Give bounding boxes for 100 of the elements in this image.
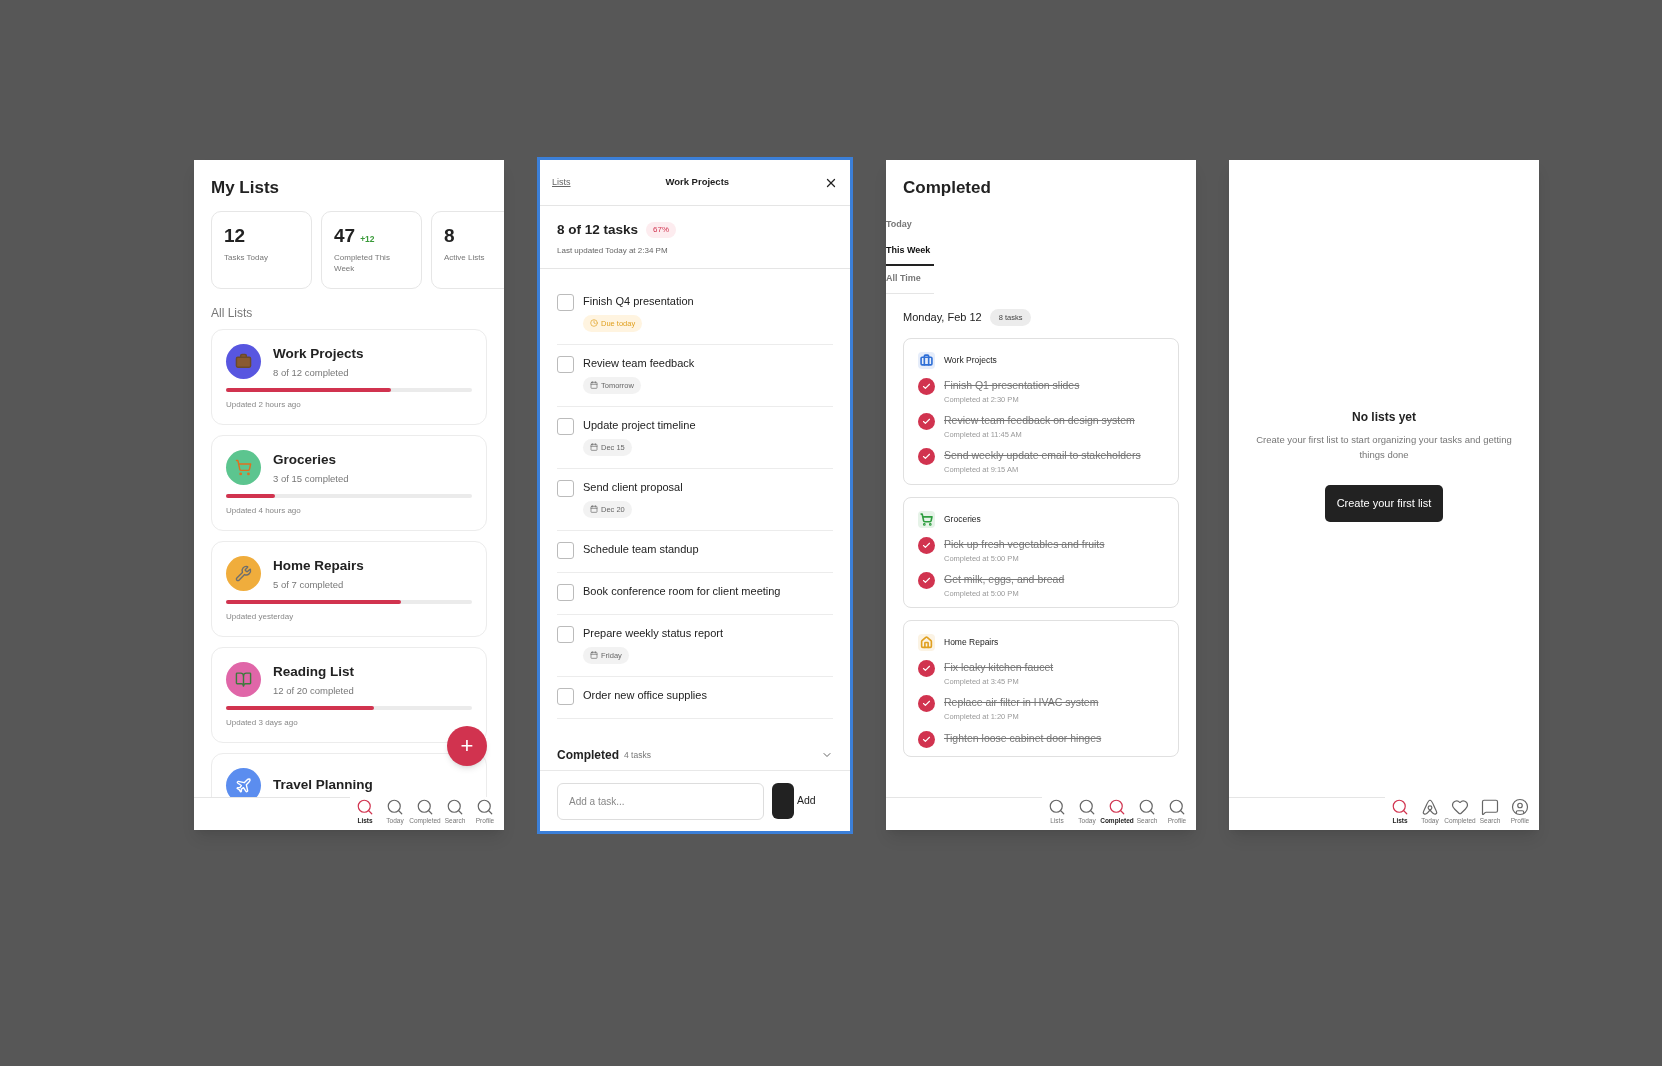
list-card[interactable]: Home Repairs 5 of 7 completed Updated yesterday — [211, 540, 487, 637]
panel-title: Work Projects — [665, 175, 730, 190]
stat-value: 8 — [444, 223, 455, 248]
task-checkbox[interactable] — [557, 584, 574, 602]
add-task-field[interactable]: Add a task... — [557, 782, 764, 820]
completed-heading: Completed — [557, 747, 619, 764]
completed-task-title: Tighten loose cabinet door hinges — [944, 730, 1102, 746]
task-title: Finish Q4 presentation — [583, 294, 694, 310]
completed-task-title: Pick up fresh vegetables and fruits — [944, 536, 1105, 552]
filter-tab[interactable]: This Week — [886, 238, 934, 266]
task-title: Review team feedback — [583, 356, 695, 372]
list-card[interactable]: Work Projects 8 of 12 completed Updated 2 hours ago — [211, 328, 487, 425]
cart-icon — [235, 459, 252, 477]
heart-icon — [1451, 798, 1469, 816]
search-icon — [446, 798, 464, 816]
list-updated: Updated yesterday — [226, 611, 295, 623]
group-name: Home Repairs — [944, 636, 999, 649]
back-link[interactable]: Lists — [552, 175, 571, 190]
done-check-icon[interactable] — [918, 660, 935, 677]
empty-description: Create your first list to start organizing your tasks and getting things done — [1255, 433, 1513, 462]
completed-task-title: Send weekly update email to stakeholders — [944, 448, 1141, 464]
task-checkbox[interactable] — [557, 542, 574, 560]
list-progress-text: 8 of 12 completed — [273, 365, 350, 380]
completed-count: 4 tasks — [624, 748, 651, 762]
task-summary: 8 of 12 tasks — [557, 221, 639, 239]
list-progress-text: 5 of 7 completed — [273, 577, 345, 592]
list-updated: Updated 2 hours ago — [226, 399, 302, 411]
group-name: Work Projects — [944, 353, 997, 367]
task-title: Update project timeline — [583, 418, 696, 434]
search-icon — [1391, 798, 1409, 816]
chat-bubble-icon — [1481, 798, 1499, 816]
completed-task-title: Replace air filter in HVAC system — [944, 695, 1099, 711]
arch-icon — [1421, 798, 1439, 816]
filter-tab[interactable]: Today — [886, 211, 934, 239]
date-heading: Monday, Feb 12 — [903, 309, 982, 325]
search-icon — [1108, 798, 1126, 816]
task-checkbox[interactable] — [557, 294, 574, 312]
stat-label: Completed This Week — [334, 252, 391, 274]
stat-label: Tasks Today — [224, 252, 269, 263]
list-card[interactable]: Groceries 3 of 15 completed Updated 4 hours ago — [211, 434, 487, 531]
stat-value: 47 — [334, 223, 356, 248]
task-checkbox[interactable] — [557, 356, 574, 374]
calendar-icon — [590, 651, 598, 660]
task-title: Book conference room for client meeting — [583, 584, 781, 600]
list-name: Groceries — [273, 450, 338, 469]
done-check-icon[interactable] — [918, 730, 935, 748]
search-icon — [356, 798, 374, 816]
task-title: Send client proposal — [583, 480, 683, 496]
calendar-icon — [590, 505, 598, 514]
add-list-fab[interactable]: + — [447, 726, 487, 766]
task-checkbox[interactable] — [557, 688, 574, 706]
wrench-icon — [235, 565, 252, 583]
task-checkbox[interactable] — [557, 626, 574, 644]
completed-task-title: Fix leaky kitchen faucet — [944, 660, 1054, 675]
list-name: Travel Planning — [273, 775, 373, 794]
search-icon — [1138, 798, 1156, 816]
list-updated: Updated 3 days ago — [226, 717, 299, 729]
list-name: Home Repairs — [273, 556, 364, 575]
completed-task-title: Finish Q1 presentation slides — [944, 377, 1080, 393]
list-progress-text: 3 of 15 completed — [273, 471, 349, 486]
done-check-icon[interactable] — [918, 448, 935, 466]
done-check-icon[interactable] — [918, 695, 935, 713]
stat-value: 12 — [224, 223, 246, 248]
calendar-icon — [590, 443, 598, 452]
empty-title: No lists yet — [1352, 409, 1416, 426]
clock-icon — [590, 319, 598, 328]
task-title: Prepare weekly status report — [583, 626, 723, 642]
task-title: Schedule team standup — [583, 542, 699, 558]
task-checkbox[interactable] — [557, 480, 574, 498]
screen-title: My Lists — [211, 177, 281, 199]
last-updated: Last updated Today at 2:34 PM — [557, 245, 669, 258]
stat-label: Active Lists — [444, 252, 486, 263]
list-name: Reading List — [273, 662, 354, 681]
search-icon — [386, 798, 404, 816]
completed-task-title: Get milk, eggs, and bread — [944, 571, 1065, 587]
completed-task-title: Review team feedback on design system — [944, 413, 1135, 428]
search-icon — [416, 798, 434, 816]
stat-delta: +12 — [360, 232, 375, 246]
percent-badge: 67% — [646, 222, 677, 239]
add-button[interactable]: Add — [772, 783, 816, 819]
done-check-icon[interactable] — [918, 536, 935, 554]
group-name: Groceries — [944, 512, 981, 526]
search-icon — [1078, 798, 1096, 816]
done-check-icon[interactable] — [918, 571, 935, 589]
search-icon — [1168, 798, 1186, 816]
plane-icon — [235, 776, 252, 794]
create-list-button[interactable]: Create your first list — [1324, 485, 1444, 522]
briefcase-icon — [235, 353, 252, 371]
filter-tab[interactable]: All Time — [886, 265, 934, 293]
search-icon — [1048, 798, 1066, 816]
books-icon — [235, 671, 252, 689]
section-title: All Lists — [211, 304, 254, 322]
done-check-icon[interactable] — [918, 377, 935, 395]
task-checkbox[interactable] — [557, 418, 574, 436]
dark-block-icon — [772, 783, 794, 819]
list-name: Work Projects — [273, 344, 364, 363]
task-title: Order new office supplies — [583, 688, 707, 704]
calendar-icon — [590, 381, 598, 390]
done-check-icon[interactable] — [918, 413, 935, 430]
screen-title: Completed — [903, 177, 992, 199]
